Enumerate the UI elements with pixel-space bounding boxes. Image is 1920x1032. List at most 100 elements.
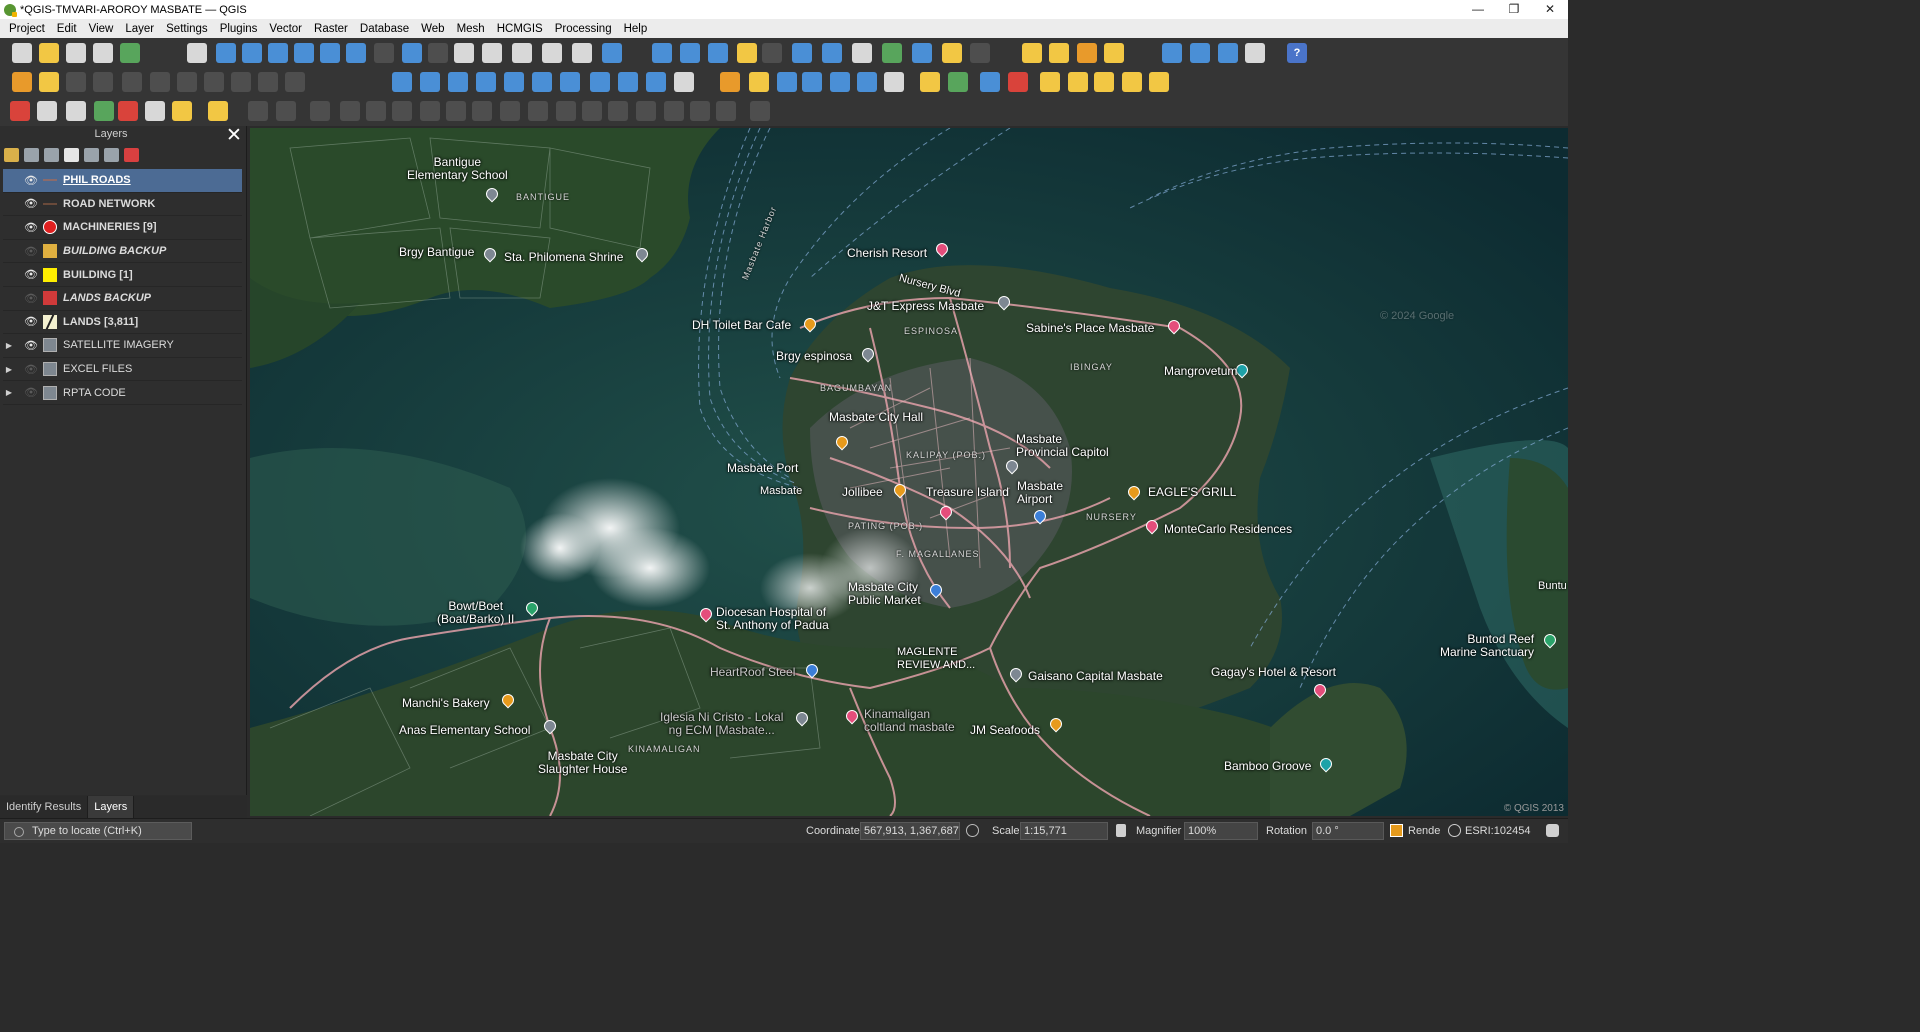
toolbar-tool-icon[interactable] [716,101,736,121]
toolbar-tool-icon[interactable] [500,101,520,121]
toolbar-tool-icon[interactable] [646,72,666,92]
toolbar-tool-icon[interactable] [884,72,904,92]
menu-mesh[interactable]: Mesh [451,23,491,35]
toolbar-tool-icon[interactable] [172,101,192,121]
lock-scale-icon[interactable] [1116,824,1126,837]
menu-hcmgis[interactable]: HCMGIS [491,23,549,35]
toolbar-tool-icon[interactable] [560,72,580,92]
magnifier-spinbox[interactable]: 100% [1184,822,1258,840]
toolbar-tool-icon[interactable] [177,72,197,92]
toolbar-tool-icon[interactable] [750,101,770,121]
menu-vector[interactable]: Vector [263,23,308,35]
toolbar-tool-icon[interactable] [93,72,113,92]
add-group-icon[interactable] [24,148,39,162]
toolbar-tool-icon[interactable] [268,43,288,63]
manage-visibility-icon[interactable] [44,148,59,162]
messages-icon[interactable] [1546,824,1559,837]
toolbar-tool-icon[interactable] [94,101,114,121]
toolbar-tool-icon[interactable] [970,43,990,63]
toolbar-tool-icon[interactable] [942,43,962,63]
map-canvas[interactable]: Bantigue Elementary School Brgy Bantigue … [250,128,1568,816]
toolbar-tool-icon[interactable] [208,101,228,121]
toolbar-tool-icon[interactable] [652,43,672,63]
visibility-eye-icon[interactable]: 👁 [23,268,39,281]
toolbar-tool-icon[interactable] [242,43,262,63]
layer-row[interactable]: ▶ 👁 EXCEL FILES [3,358,242,382]
toolbar-tool-icon[interactable] [532,72,552,92]
menu-view[interactable]: View [83,23,120,35]
toolbar-tool-icon[interactable] [980,72,1000,92]
toolbar-tool-icon[interactable] [1077,43,1097,63]
toolbar-tool-icon[interactable] [420,72,440,92]
crs-label[interactable]: ESRI:102454 [1465,823,1530,839]
toolbar-tool-icon[interactable] [248,101,268,121]
toolbar-tool-icon[interactable] [392,101,412,121]
menu-settings[interactable]: Settings [160,23,214,35]
toolbar-tool-icon[interactable] [720,72,740,92]
menu-help[interactable]: Help [618,23,654,35]
toolbar-tool-icon[interactable] [582,101,602,121]
expand-all-icon[interactable] [84,148,99,162]
toolbar-tool-icon[interactable] [231,72,251,92]
close-window-button[interactable]: ✕ [1532,0,1568,19]
render-checkbox[interactable] [1390,824,1403,837]
toolbar-tool-icon[interactable] [310,101,330,121]
toolbar-tool-icon[interactable] [512,43,532,63]
remove-layer-icon[interactable] [124,148,139,162]
help-button[interactable]: ? [1287,43,1307,63]
toolbar-tool-icon[interactable] [504,72,524,92]
menu-project[interactable]: Project [3,23,51,35]
open-layer-styling-icon[interactable] [4,148,19,162]
toolbar-tool-icon[interactable] [285,72,305,92]
toolbar-tool-icon[interactable] [542,43,562,63]
toolbar-tool-icon[interactable] [340,101,360,121]
scale-combobox[interactable]: 1:15,771 [1020,822,1108,840]
toolbar-tool-icon[interactable] [708,43,728,63]
toolbar-tool-icon[interactable] [204,72,224,92]
toolbar-tool-icon[interactable] [608,101,628,121]
toolbar-tool-icon[interactable] [1040,72,1060,92]
toolbar-tool-icon[interactable] [482,43,502,63]
menu-database[interactable]: Database [354,23,415,35]
toolbar-tool-icon[interactable] [428,43,448,63]
toolbar-tool-icon[interactable] [882,43,902,63]
toolbar-tool-icon[interactable] [680,43,700,63]
toolbar-tool-icon[interactable] [118,101,138,121]
toolbar-tool-icon[interactable] [912,43,932,63]
visibility-eye-icon[interactable]: 👁 [23,174,39,187]
rotation-spinbox[interactable]: 0.0 ° [1312,822,1384,840]
toolbar-tool-icon[interactable] [948,72,968,92]
toolbar-tool-icon[interactable] [857,72,877,92]
visibility-eye-icon[interactable]: 👁 [23,197,39,210]
toolbar-tool-icon[interactable] [822,43,842,63]
toolbar-tool-icon[interactable] [454,43,474,63]
toolbar-tool-icon[interactable] [1008,72,1028,92]
toolbar-tool-icon[interactable] [777,72,797,92]
menu-processing[interactable]: Processing [549,23,618,35]
toolbar-tool-icon[interactable] [66,43,86,63]
menu-layer[interactable]: Layer [119,23,160,35]
layer-row[interactable]: ▶ 👁 RPTA CODE [3,381,242,405]
tab-identify-results[interactable]: Identify Results [0,796,89,818]
toolbar-tool-icon[interactable] [528,101,548,121]
toolbar-tool-icon[interactable] [366,101,386,121]
toolbar-tool-icon[interactable] [150,72,170,92]
visibility-eye-icon[interactable]: 👁 [23,315,39,328]
expand-arrow-icon[interactable]: ▶ [3,365,15,374]
coordinate-field[interactable]: 567,913, 1,367,687 [860,822,960,840]
toolbar-tool-icon[interactable] [420,101,440,121]
filter-legend-icon[interactable] [64,148,79,162]
tab-layers[interactable]: Layers [88,796,135,818]
toolbar-tool-icon[interactable] [66,101,86,121]
toolbar-tool-icon[interactable] [187,43,207,63]
close-panel-icon[interactable]: ✕ [226,124,242,147]
toolbar-tool-icon[interactable] [920,72,940,92]
coordinate-toggle-icon[interactable] [966,824,979,837]
visibility-eye-icon[interactable]: 👁 [23,386,39,399]
toolbar-tool-icon[interactable] [852,43,872,63]
toolbar-tool-icon[interactable] [346,43,366,63]
toolbar-tool-icon[interactable] [830,72,850,92]
toolbar-tool-icon[interactable] [39,72,59,92]
toolbar-tool-icon[interactable] [1218,43,1238,63]
menu-web[interactable]: Web [415,23,450,35]
